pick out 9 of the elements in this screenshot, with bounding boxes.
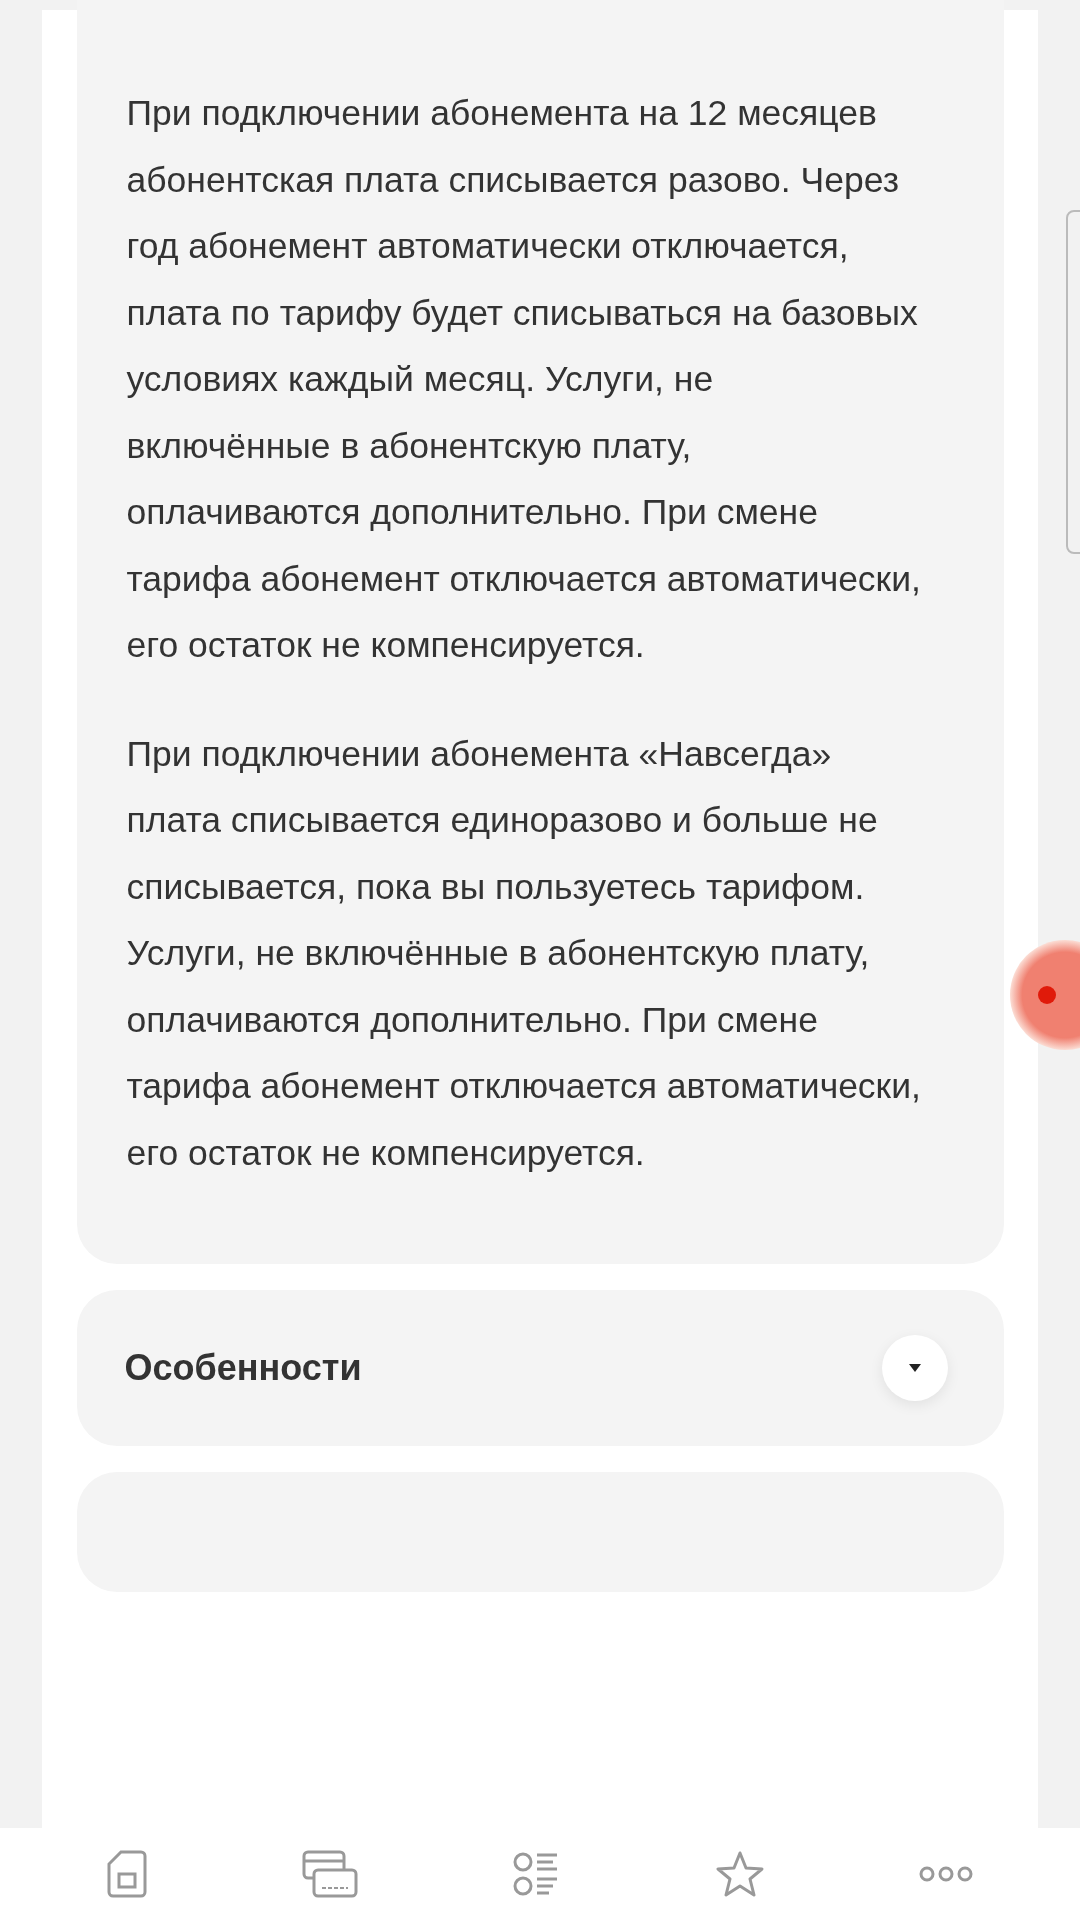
accordion-title: Особенности (124, 1347, 362, 1389)
star-icon (715, 1850, 764, 1898)
cards-icon (302, 1850, 359, 1898)
accordion-card[interactable]: Особенности (76, 1290, 1004, 1446)
caret-icon (907, 1363, 922, 1373)
sim-card-icon (107, 1850, 148, 1898)
more-icon (918, 1866, 973, 1882)
info-paragraph: При подключении абонемента «Навсегда» плата списывается единоразово и больше не списывается, пока вы пользуетесь тарифом. Услуги, не включённые в абонентскую плату, оплачиваются дополнительно. При смене тарифа абонемент отключается автоматически, его остаток не компенсируется. (126, 732, 922, 1175)
info-paragraph: При подключении абонемента на 12 месяцев абонентская плата списывается разово. Через год абонемент автоматически отключается, плата по тарифу будет списываться на базовых условиях каждый месяц. Услуги, не включённые в абонентскую плату, оплачиваются дополнительно. При смене тарифа абонемент отключается автоматически, его остаток не компенсируется. (126, 92, 922, 667)
